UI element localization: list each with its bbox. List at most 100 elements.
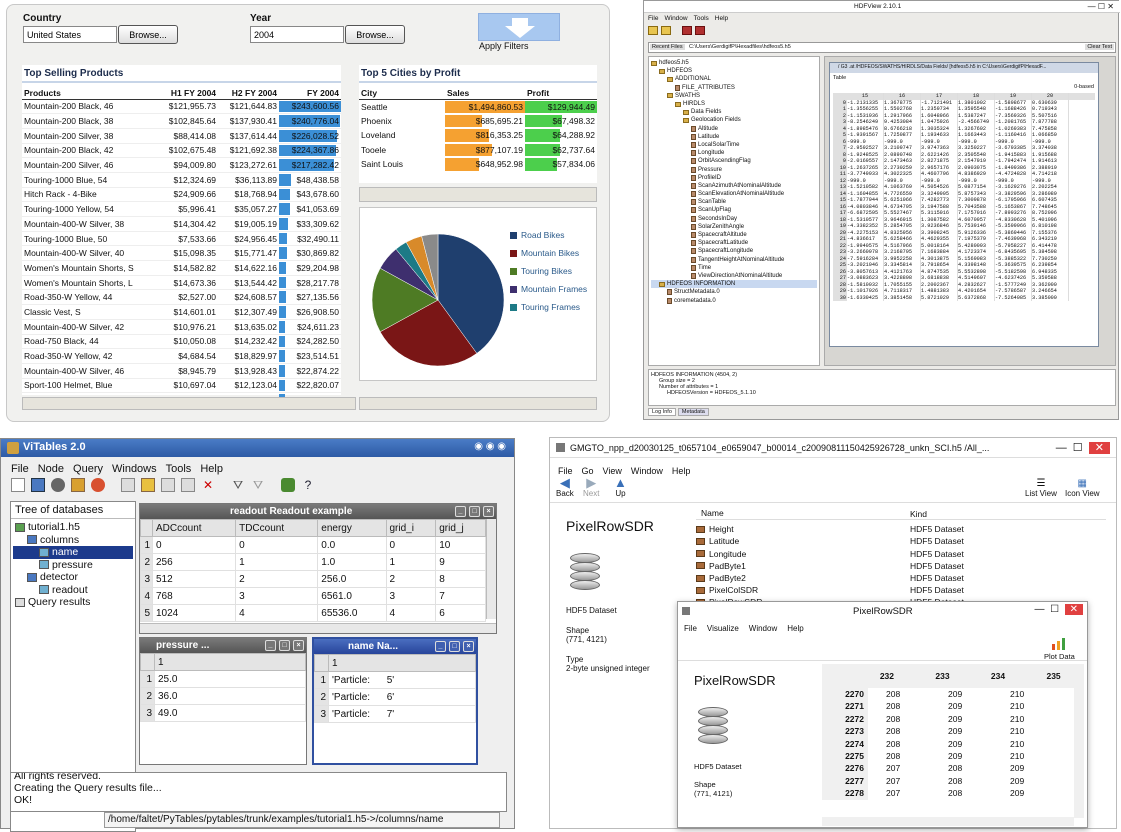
tree-node[interactable]: readout: [13, 584, 133, 597]
column-header[interactable]: 1: [154, 653, 306, 671]
window-controls[interactable]: ◉ ◉ ◉: [474, 441, 506, 452]
table-row[interactable]: 4 768 3 6561.0 3 7: [140, 587, 486, 605]
next-button[interactable]: ▶ Next: [583, 476, 599, 498]
tree-node[interactable]: coremetadata.0: [651, 296, 817, 304]
save-icon[interactable]: [71, 478, 85, 492]
column-header[interactable]: energy: [317, 519, 387, 537]
cities-column-header[interactable]: Profit: [525, 87, 597, 100]
tree-node[interactable]: pressure: [13, 559, 133, 572]
table-row[interactable]: Women's Mountain Shorts, S $14,582.82 $14,…: [22, 260, 341, 276]
table-row[interactable]: 2272 208 209 210: [822, 712, 1084, 726]
tree-node[interactable]: HIRDLS: [651, 100, 817, 108]
table-row[interactable]: 2277 207 208 209: [822, 774, 1084, 788]
open-file-icon[interactable]: [31, 478, 45, 492]
tree-node[interactable]: Latitude: [651, 133, 817, 141]
menu-tools[interactable]: Tools: [694, 15, 709, 22]
table-row[interactable]: 2273 208 209 210: [822, 725, 1084, 738]
country-browse-button[interactable]: Browse...: [118, 25, 178, 44]
table-row[interactable]: Mountain-200 Black, 38 $102,845.64 $137,93…: [22, 113, 341, 129]
grid-row[interactable]: 30 -1.6330425 3.3851458 5.8721029 5.6372868-…: [833, 294, 1095, 301]
column-header[interactable]: grid_j: [435, 519, 486, 537]
table-row[interactable]: Mountain-200 Silver, 46 $94,009.80 $123,27…: [22, 157, 341, 173]
kind-column-header[interactable]: Kind: [910, 508, 927, 519]
plot-data-button[interactable]: Plot Data: [1044, 638, 1075, 661]
menu-window[interactable]: Window: [664, 15, 687, 22]
column-header[interactable]: 235: [1028, 664, 1084, 688]
table-row[interactable]: Mountain-200 Silver, 38 $88,414.08 $137,61…: [22, 128, 341, 144]
table-row[interactable]: Hitch Rack - 4-Bike $24,909.66 $18,768.94 $…: [22, 187, 341, 203]
cities-column-header[interactable]: City: [359, 87, 445, 100]
clear-text-button[interactable]: Clear Text: [1085, 44, 1114, 50]
delete-icon[interactable]: ✕: [201, 478, 215, 492]
window-controls[interactable]: — ☐ ✕: [1088, 2, 1114, 11]
legend-item[interactable]: Mountain Bikes: [510, 248, 590, 259]
menu-window[interactable]: Window: [749, 624, 777, 633]
tab-log-info[interactable]: Log Info: [648, 408, 676, 416]
list-item[interactable]: Height HDF5 Dataset: [696, 523, 1106, 535]
tree-node[interactable]: HDFEOS: [651, 67, 817, 75]
menu-file[interactable]: File: [11, 463, 29, 475]
rename-icon[interactable]: [181, 478, 195, 492]
paste-icon[interactable]: [161, 478, 175, 492]
products-column-header[interactable]: H1 FY 2004: [157, 87, 219, 100]
tree-node[interactable]: HDFEOS INFORMATION: [651, 280, 817, 289]
open-folder-icon[interactable]: [648, 26, 658, 35]
table-row[interactable]: 3 512 2 256.0 2 8: [140, 570, 486, 588]
column-header[interactable]: 1: [328, 654, 476, 672]
table-row[interactable]: Loveland $816,353.25 $64,288.92: [359, 128, 597, 143]
table-row[interactable]: Classic Vest, S $14,601.01 $12,307.49 $26,9…: [22, 304, 341, 320]
table-row[interactable]: Seattle $1,494,860.53 $129,944.49: [359, 99, 597, 114]
cut-icon[interactable]: [141, 478, 155, 492]
inner-window-controls[interactable]: — ☐ ✕: [1035, 604, 1083, 615]
tree-node[interactable]: tutorial1.h5: [13, 521, 133, 534]
legend-item[interactable]: Touring Frames: [510, 302, 590, 313]
menu-help[interactable]: Help: [672, 466, 691, 476]
tree-node[interactable]: Altitude: [651, 125, 817, 133]
save-icon[interactable]: [661, 26, 671, 35]
hdfview-tree[interactable]: hdfeos5.h5 HDFEOS ADDITIONAL FILE_ATTRIBUTE…: [648, 56, 820, 366]
table-row[interactable]: 1 25.0: [140, 670, 306, 688]
menu-window[interactable]: Window: [631, 466, 663, 476]
tree-node[interactable]: columns: [13, 534, 133, 547]
table-row[interactable]: 2278 207 208 209: [822, 787, 1084, 800]
maximize-button[interactable]: □: [279, 640, 290, 651]
copy-icon[interactable]: [121, 478, 135, 492]
table-row[interactable]: 2 36.0: [140, 687, 306, 705]
icon-view-button[interactable]: ▦ Icon View: [1065, 478, 1100, 498]
column-header[interactable]: 232: [862, 664, 918, 688]
table-row[interactable]: Mountain-400-W Silver, 38 $14,304.42 $19,0…: [22, 216, 341, 232]
table-row[interactable]: Mountain-400-W Silver, 40 $15,098.35 $15,7…: [22, 245, 341, 262]
minimize-button[interactable]: _: [265, 640, 276, 651]
tree-node[interactable]: FILE_ATTRIBUTES: [651, 84, 817, 92]
chart-scroll-bar[interactable]: [359, 397, 597, 410]
menu-query[interactable]: Query: [73, 463, 103, 475]
close-button[interactable]: ×: [483, 506, 494, 517]
name-table[interactable]: 1 1 'Particle: 5' 2 'Particle: 6' 3 'Particle…: [314, 654, 476, 723]
table-row[interactable]: 1 0 0 0.0 0 10: [140, 536, 486, 554]
tree-node[interactable]: SWATHS: [651, 92, 817, 100]
pixel-data-table[interactable]: 232 233 234 235 2270 208 209 210 2271 208 209 210 2…: [822, 664, 1084, 824]
list-item[interactable]: PadByte1 HDF5 Dataset: [696, 560, 1106, 572]
tree-node[interactable]: SpacecraftLongitude: [651, 247, 817, 255]
name-column-header[interactable]: Name: [696, 508, 910, 518]
hdf5-icon[interactable]: [695, 26, 705, 35]
tree-node[interactable]: LocalSolarTime: [651, 141, 817, 149]
table-row[interactable]: 2 256 1 1.0 1 9: [140, 553, 486, 571]
back-button[interactable]: ◀ Back: [556, 476, 574, 498]
table-row[interactable]: Touring-1000 Yellow, 54 $5,996.41 $35,057.…: [22, 201, 341, 217]
tree-node[interactable]: Longitude: [651, 149, 817, 157]
filter-icon[interactable]: ⛛: [231, 478, 245, 492]
table-row[interactable]: 2274 208 209 210: [822, 737, 1084, 750]
menu-help[interactable]: Help: [715, 15, 728, 22]
table-row[interactable]: 3 49.0: [140, 704, 306, 722]
tree-node[interactable]: detector: [13, 571, 133, 584]
tree-node[interactable]: name: [13, 546, 133, 559]
menu-file[interactable]: File: [684, 624, 697, 633]
tree-node[interactable]: SecondsInDay: [651, 215, 817, 223]
menu-help[interactable]: Help: [787, 624, 803, 633]
menu-file[interactable]: File: [648, 15, 658, 22]
table-row[interactable]: Mountain-200 Black, 42 $102,675.48 $121,69…: [22, 143, 341, 159]
legend-item[interactable]: Touring Bikes: [510, 266, 590, 277]
tree-node[interactable]: Pressure: [651, 165, 817, 173]
dataset-grid[interactable]: 15 16 17 18 19 20 0 -1.2131335 1.3678775 -1.71214…: [833, 93, 1095, 341]
